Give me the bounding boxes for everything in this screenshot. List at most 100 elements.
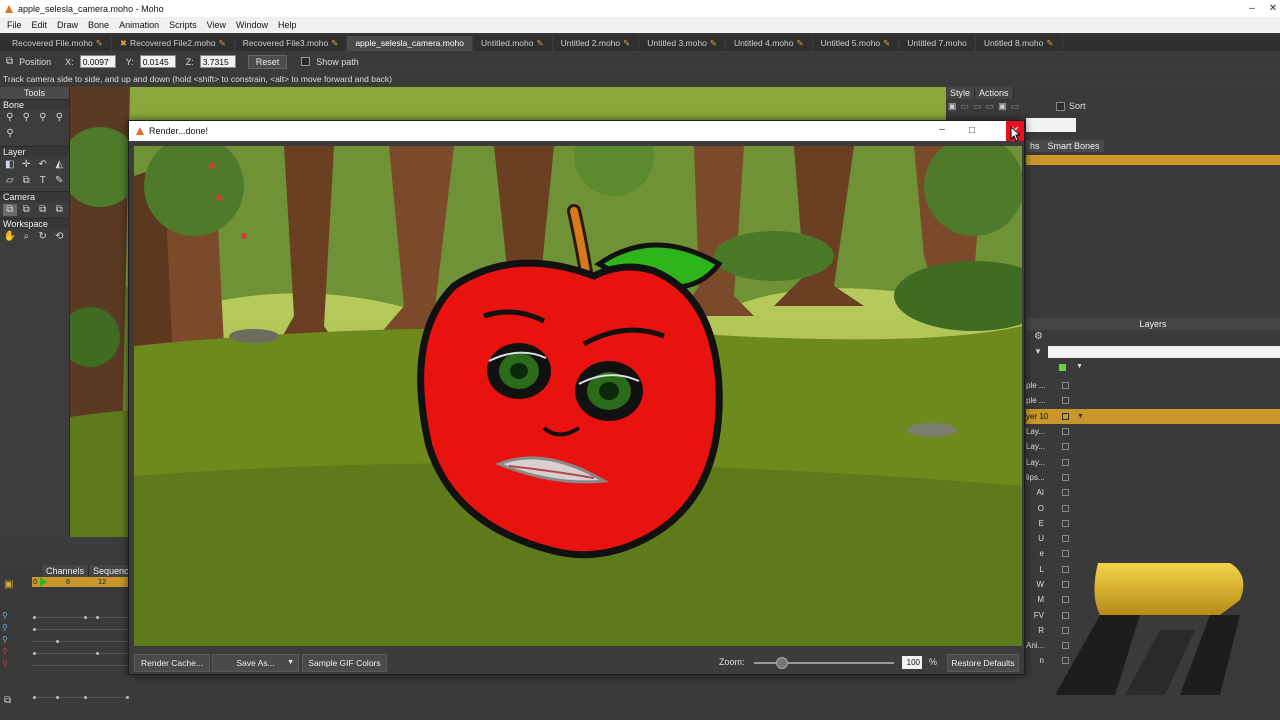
doc-tab[interactable]: Untitled 7.moho: [899, 36, 976, 51]
tab-morphs[interactable]: hs: [1026, 140, 1044, 152]
roll-camera-icon[interactable]: ⧉: [36, 204, 50, 216]
layer-visibility-checkbox[interactable]: [1062, 397, 1069, 405]
timeline-ruler[interactable]: 0 6 12: [32, 577, 128, 587]
render-minimize-button[interactable]: –: [930, 121, 954, 141]
layer-expand-icon[interactable]: ▼: [1077, 413, 1084, 420]
channel-icon[interactable]: ⚲: [2, 611, 8, 620]
show-path-checkbox[interactable]: [301, 57, 311, 66]
keyframe[interactable]: [33, 696, 36, 699]
layers-settings-icon[interactable]: ⚙: [1034, 331, 1043, 342]
layer-menu-chevron-icon[interactable]: ▼: [1076, 363, 1083, 370]
close-button[interactable]: ✕: [1266, 0, 1280, 17]
layer-visibility-checkbox[interactable]: [1062, 504, 1069, 512]
sample-gif-colors-button[interactable]: Sample GIF Colors: [302, 654, 387, 672]
doc-tab[interactable]: Recovered File3.moho ✎: [235, 36, 348, 51]
doc-tab[interactable]: ✖ Recovered File2.moho ✎: [112, 36, 235, 51]
keyframe[interactable]: [56, 640, 59, 643]
render-cache-button[interactable]: Render Cache...: [134, 654, 210, 672]
keyframe[interactable]: [96, 652, 99, 655]
layer-visibility-checkbox[interactable]: [1062, 489, 1069, 497]
duplicate-action-icon[interactable]: ▣: [998, 101, 1007, 112]
new-action-icon[interactable]: ▣: [948, 101, 957, 112]
layer-visibility-checkbox[interactable]: [1062, 412, 1069, 420]
selected-action-row[interactable]: [1026, 155, 1280, 165]
minimize-button[interactable]: –: [1238, 0, 1266, 17]
menu-draw[interactable]: Draw: [52, 20, 83, 30]
pan-tilt-camera-icon[interactable]: ⧉: [53, 204, 67, 216]
doc-tab[interactable]: Untitled 8.moho ✎: [976, 36, 1063, 51]
tab-channels[interactable]: Channels: [42, 565, 90, 577]
shear-layer-icon[interactable]: ▱: [3, 175, 17, 187]
layer-visibility-checkbox[interactable]: [1062, 473, 1069, 481]
layer-row[interactable]: Lay...: [1026, 439, 1280, 454]
actions-search-input[interactable]: [1026, 118, 1076, 132]
zoom-slider-track[interactable]: [754, 662, 894, 664]
menu-animation[interactable]: Animation: [114, 20, 164, 30]
layer-visibility-checkbox[interactable]: [1062, 519, 1069, 527]
layer-row[interactable]: ple ...: [1026, 393, 1280, 408]
tab-actions[interactable]: Actions: [975, 87, 1014, 99]
magnify-icon[interactable]: ⌕: [20, 231, 34, 243]
pen-icon[interactable]: ✎: [53, 175, 67, 187]
layers-search-input[interactable]: [1048, 346, 1280, 358]
select-bone-icon[interactable]: ⚲: [3, 112, 17, 124]
layer-visibility-checkbox[interactable]: [1062, 428, 1069, 436]
layer-visibility-checkbox[interactable]: [1062, 535, 1069, 543]
save-as-button[interactable]: Save As... ▼: [212, 654, 299, 672]
timeline-layer-icon[interactable]: ⧉: [4, 695, 11, 706]
menu-scripts[interactable]: Scripts: [164, 20, 202, 30]
zoom-slider-thumb[interactable]: [776, 657, 788, 669]
layer-row[interactable]: lips...: [1026, 470, 1280, 485]
channel-icon[interactable]: ⚲: [2, 623, 8, 632]
zoom-camera-icon[interactable]: ⧉: [20, 204, 34, 216]
layer-row[interactable]: O: [1026, 500, 1280, 515]
doc-tab[interactable]: Recovered File.moho ✎: [4, 36, 112, 51]
menu-edit[interactable]: Edit: [27, 20, 53, 30]
sort-checkbox[interactable]: [1056, 101, 1065, 111]
track-camera-icon[interactable]: ⧉: [3, 204, 17, 216]
hand-pan-icon[interactable]: ✋: [3, 231, 17, 243]
channel-icon[interactable]: ⚲: [2, 635, 8, 644]
z-position-field[interactable]: [199, 55, 236, 68]
keyframe[interactable]: [33, 616, 36, 619]
doc-tab[interactable]: Untitled 3.moho ✎: [639, 36, 726, 51]
layer-row[interactable]: ple ...: [1026, 378, 1280, 393]
layer-row[interactable]: Lay...: [1026, 454, 1280, 469]
tab-smart-bones[interactable]: Smart Bones: [1043, 140, 1104, 152]
keyframe[interactable]: [33, 652, 36, 655]
keyframe[interactable]: [126, 696, 129, 699]
menu-view[interactable]: View: [202, 20, 231, 30]
scale-layer-icon[interactable]: ◭: [53, 159, 67, 171]
layer-row[interactable]: Lay...: [1026, 424, 1280, 439]
render-maximize-button[interactable]: □: [960, 121, 984, 141]
reset-button[interactable]: Reset: [247, 54, 288, 69]
translate-layer-icon[interactable]: ✛: [20, 159, 34, 171]
layer-row-selected[interactable]: yer 10 ▼: [1026, 408, 1280, 424]
menu-bone[interactable]: Bone: [83, 20, 114, 30]
menu-help[interactable]: Help: [273, 20, 302, 30]
render-window-titlebar[interactable]: Render...done!: [129, 121, 1024, 141]
orbit-workspace-icon[interactable]: ⟲: [53, 231, 67, 243]
menu-file[interactable]: File: [2, 20, 27, 30]
bone-strength-icon[interactable]: ⚲: [3, 128, 17, 140]
timeline-settings-icon[interactable]: ▣: [4, 579, 13, 590]
keyframe[interactable]: [84, 616, 87, 619]
doc-tab[interactable]: Untitled 2.moho ✎: [553, 36, 640, 51]
rotate-workspace-icon[interactable]: ↻: [36, 231, 50, 243]
transform-bone-icon[interactable]: ⚲: [20, 112, 34, 124]
set-origin-icon[interactable]: ◧: [3, 159, 17, 171]
rotate-layer-icon[interactable]: ↶: [36, 159, 50, 171]
keyframe[interactable]: [84, 696, 87, 699]
action-icon[interactable]: ▭: [973, 101, 982, 112]
channel-icon[interactable]: ⚲: [2, 647, 8, 656]
keyframe[interactable]: [96, 616, 99, 619]
switch-layer-icon[interactable]: ⧉: [20, 175, 34, 187]
layer-visibility-checkbox[interactable]: [1062, 458, 1069, 466]
layer-visibility-checkbox[interactable]: [1062, 382, 1069, 390]
tab-style[interactable]: Style: [946, 87, 976, 99]
close-tab-icon[interactable]: ✖: [120, 38, 127, 48]
doc-tab[interactable]: Untitled 5.moho ✎: [813, 36, 900, 51]
action-icon[interactable]: ▭: [986, 101, 995, 112]
delete-action-icon[interactable]: ▭: [1011, 101, 1020, 112]
action-icon[interactable]: ▭: [961, 101, 970, 112]
